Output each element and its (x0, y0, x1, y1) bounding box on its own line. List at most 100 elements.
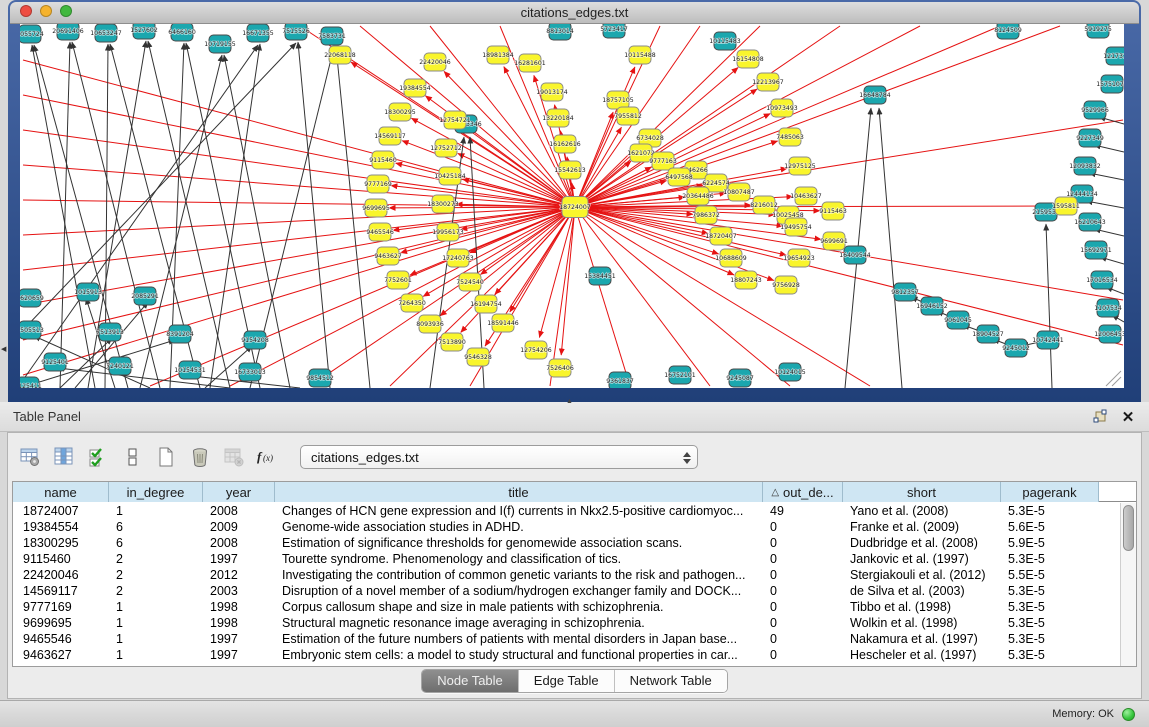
network-canvas[interactable]: 2055724206914061065324715276026466160107… (20, 24, 1124, 388)
cell-year: 2012 (203, 567, 275, 583)
node-label: 16409544 (839, 252, 871, 259)
cell-in_degree: 1 (109, 599, 203, 615)
memory-status-label: Memory: OK (1052, 708, 1114, 720)
status-bar: Memory: OK (0, 700, 1149, 727)
node-label: 7955812 (614, 113, 642, 120)
node-label: 9125401 (41, 359, 69, 366)
column-header-short[interactable]: short (843, 482, 1001, 502)
table-row[interactable]: 969969511998Structural magnetic resonanc… (13, 615, 1120, 631)
graph-edge (879, 108, 902, 388)
float-panel-icon[interactable] (1091, 408, 1109, 426)
cell-out_degree: 0 (763, 535, 843, 551)
node-label: 12975125 (784, 163, 816, 170)
node-label: 8216012 (750, 202, 778, 209)
table-row[interactable]: 1938455462009Genome-wide association stu… (13, 519, 1120, 535)
column-header-name[interactable]: name (13, 482, 109, 502)
node-label: 19495754 (780, 224, 812, 231)
table-row[interactable]: 946554611997Estimation of the future num… (13, 631, 1120, 647)
collapse-panel-icon[interactable]: ◀ (1, 345, 6, 353)
table-row[interactable]: 911546021997Tourette syndrome. Phenomeno… (13, 551, 1120, 567)
cell-name: 9699695 (13, 615, 109, 631)
close-panel-icon[interactable]: ✕ (1119, 408, 1137, 426)
memory-status-icon (1122, 708, 1135, 721)
node-label: 1217311 (1103, 53, 1124, 60)
column-header-year[interactable]: year (203, 482, 275, 502)
table-row[interactable]: 1456911722003Disruption of a novel membe… (13, 583, 1120, 599)
table-row[interactable]: 1830029562008Estimation of significance … (13, 535, 1120, 551)
select-rows-icon[interactable] (84, 444, 111, 471)
node-label: 9529966 (1081, 107, 1109, 114)
column-header-in_degree[interactable]: in_degree (109, 482, 203, 502)
resize-grip-icon[interactable] (1106, 371, 1121, 386)
cell-short: Dudbridge et al. (2008) (843, 535, 1001, 551)
table-row[interactable]: 1872400712008Changes of HCN gene express… (13, 503, 1120, 519)
cell-name: 9465546 (13, 631, 109, 647)
column-header-out_degree[interactable]: △out_de... (763, 482, 843, 502)
column-header-title[interactable]: title (275, 482, 763, 502)
function-builder-icon[interactable]: f (x) (254, 444, 281, 471)
table-row[interactable]: 977716911998Corpus callosum shape and si… (13, 599, 1120, 615)
node-label: 19956173 (432, 229, 464, 236)
graph-edge (23, 207, 575, 235)
table-scrollbar[interactable] (1120, 503, 1136, 666)
node-label: 15751074 (1096, 81, 1124, 88)
cell-out_degree: 49 (763, 503, 843, 519)
graph-edge (575, 207, 630, 386)
node-label: 5919275 (1084, 26, 1112, 33)
panel-title: Table Panel (13, 409, 1091, 424)
tab-node-table[interactable]: Node Table (422, 670, 519, 692)
table-settings-icon[interactable] (16, 444, 43, 471)
node-label: 1015913 (74, 289, 102, 296)
node-label: 17240763 (442, 255, 474, 262)
node-label: 10719155 (204, 41, 236, 48)
cell-in_degree: 2 (109, 583, 203, 599)
node-label: 17016534 (1086, 277, 1118, 284)
delete-column-icon[interactable] (186, 444, 213, 471)
node-label: 10115488 (624, 52, 656, 59)
cell-out_degree: 0 (763, 551, 843, 567)
column-selector-icon[interactable] (50, 444, 77, 471)
node-label: 22068118 (324, 52, 356, 59)
node-label: 10807487 (723, 189, 755, 196)
node-label: 9115460 (369, 157, 397, 164)
splitter-handle-icon[interactable]: ▲ (566, 398, 573, 405)
scrollbar-thumb[interactable] (1123, 505, 1134, 551)
node-label: 18300295 (384, 109, 416, 116)
cell-year: 1998 (203, 615, 275, 631)
node-label: 18807243 (730, 277, 762, 284)
citation-network-graph[interactable]: 2055724206914061065324715276026466160107… (20, 24, 1124, 388)
node-label: 7513890 (438, 339, 466, 346)
cell-pagerank: 5.9E-5 (1001, 535, 1099, 551)
node-label: 1107534 (1094, 305, 1122, 312)
node-label: 12213967 (752, 79, 784, 86)
graph-edge (401, 207, 575, 253)
clear-selection-icon[interactable] (118, 444, 145, 471)
table-source-value: citations_edges.txt (311, 450, 419, 465)
tab-edge-table[interactable]: Edge Table (519, 670, 615, 692)
table-row[interactable]: 946362711997Embryonic stem cells: a mode… (13, 647, 1120, 663)
cell-title: Corpus callosum shape and size in male p… (275, 599, 763, 615)
node-label: 16194754 (470, 301, 502, 308)
window-titlebar[interactable]: citations_edges.txt (10, 2, 1139, 24)
node-label: 9756928 (772, 282, 800, 289)
cell-title: Genome-wide association studies in ADHD. (275, 519, 763, 535)
cell-year: 1997 (203, 647, 275, 663)
cell-name: 18300295 (13, 535, 109, 551)
cell-out_degree: 0 (763, 519, 843, 535)
node-label: 9115463 (819, 208, 847, 215)
column-header-label: short (907, 485, 936, 500)
column-header-pagerank[interactable]: pagerank (1001, 482, 1099, 502)
node-label: 12752712 (430, 145, 462, 152)
column-header-label: pagerank (1022, 485, 1076, 500)
new-column-icon[interactable] (152, 444, 179, 471)
table-source-dropdown[interactable]: citations_edges.txt (300, 445, 698, 469)
tab-network-table[interactable]: Network Table (615, 670, 727, 692)
graph-edge (510, 207, 575, 312)
node-label: 19654923 (783, 255, 815, 262)
node-table: namein_degreeyeartitle△out_de... short pag… (12, 481, 1137, 667)
table-row[interactable]: 2242004622012Investigating the contribut… (13, 567, 1120, 583)
cell-out_degree: 0 (763, 599, 843, 615)
node-label: 1621072 (627, 150, 655, 157)
node-label: 7515526 (282, 28, 310, 35)
table-header-row: namein_degreeyeartitle△out_de... short pag… (13, 482, 1136, 502)
